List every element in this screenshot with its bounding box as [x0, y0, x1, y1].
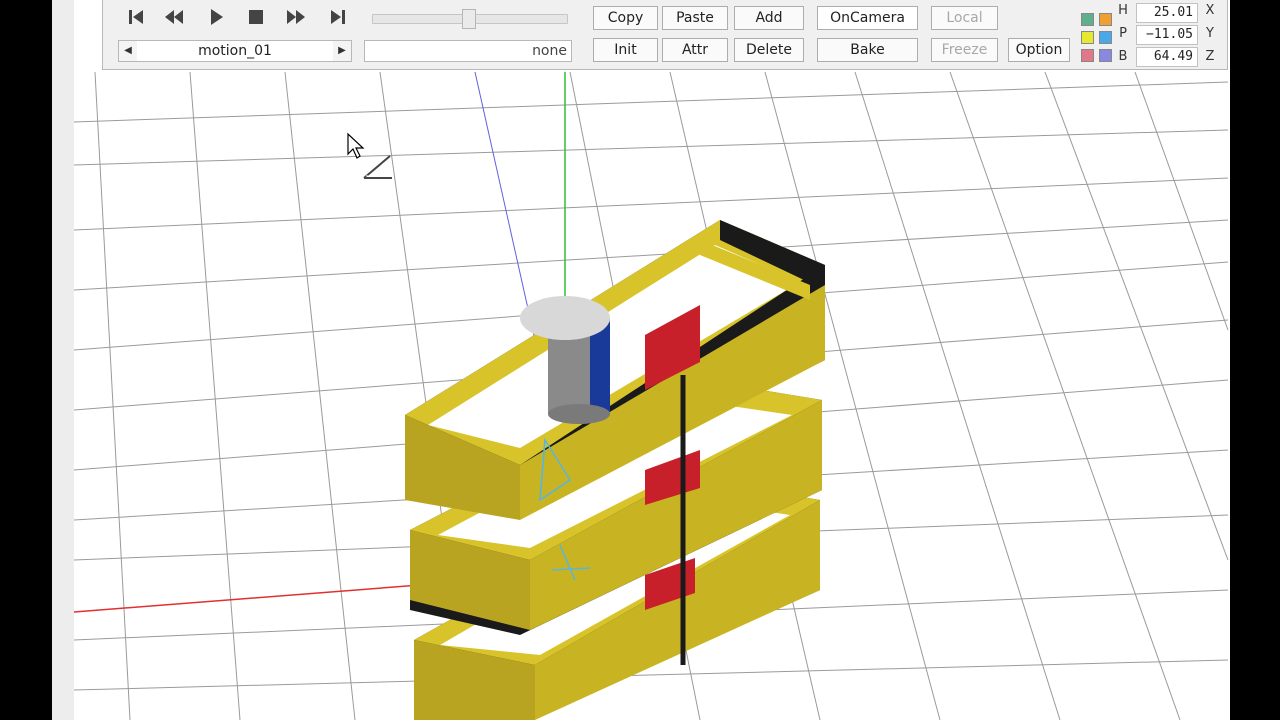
z-axis-label: Z [1205, 49, 1215, 64]
heading-value-field[interactable]: 25.01 [1136, 3, 1198, 23]
prev-motion-button[interactable]: ◀ [119, 41, 137, 61]
fast-forward-icon[interactable] [285, 6, 307, 28]
left-side-panel [52, 0, 124, 720]
3d-viewport[interactable] [74, 0, 1230, 720]
color-swatch-pink[interactable] [1081, 49, 1094, 62]
rewind-icon[interactable] [163, 6, 185, 28]
rotate-tool-icon [363, 155, 392, 179]
pitch-label: P [1119, 26, 1127, 41]
x-axis-line [74, 584, 421, 613]
motion-name: motion_01 [198, 43, 272, 59]
viewport-scene [74, 71, 1229, 720]
init-button[interactable]: Init [593, 38, 658, 62]
copy-button[interactable]: Copy [593, 6, 658, 30]
delete-button[interactable]: Delete [734, 38, 804, 62]
attr-button[interactable]: Attr [662, 38, 728, 62]
skip-to-end-icon[interactable] [327, 6, 349, 28]
local-button[interactable]: Local [931, 6, 998, 30]
next-arrow-icon: ▶ [338, 45, 346, 56]
skip-to-start-icon[interactable] [125, 6, 147, 28]
pitch-value-field[interactable]: −11.05 [1136, 25, 1198, 45]
play-icon[interactable] [205, 6, 227, 28]
bank-label: B [1118, 49, 1128, 64]
color-swatch-yellow[interactable] [1081, 31, 1094, 44]
color-swatch-green[interactable] [1081, 13, 1094, 26]
prev-arrow-icon: ◀ [124, 45, 132, 56]
timeline-slider-thumb[interactable] [462, 9, 476, 29]
oncamera-button[interactable]: OnCamera [817, 6, 918, 30]
z-axis-line [474, 71, 536, 341]
bake-button[interactable]: Bake [817, 38, 918, 62]
stop-icon[interactable] [245, 6, 267, 28]
add-button[interactable]: Add [734, 6, 804, 30]
right-black-border [1230, 0, 1280, 720]
bank-value-field[interactable]: 64.49 [1136, 47, 1198, 67]
y-axis-label: Y [1206, 26, 1214, 41]
option-button[interactable]: Option [1008, 38, 1070, 62]
color-swatch-purple[interactable] [1099, 49, 1112, 62]
motion-value-field[interactable]: none [364, 40, 572, 62]
color-swatch-orange[interactable] [1099, 13, 1112, 26]
heading-label: H [1118, 3, 1128, 18]
next-motion-button[interactable]: ▶ [333, 41, 351, 61]
freeze-button[interactable]: Freeze [931, 38, 998, 62]
color-swatch-blue[interactable] [1099, 31, 1112, 44]
paste-button[interactable]: Paste [662, 6, 728, 30]
motion-selector[interactable]: ◀ motion_01 ▶ [118, 40, 352, 62]
x-axis-label: X [1205, 3, 1215, 18]
left-black-border [0, 0, 52, 720]
